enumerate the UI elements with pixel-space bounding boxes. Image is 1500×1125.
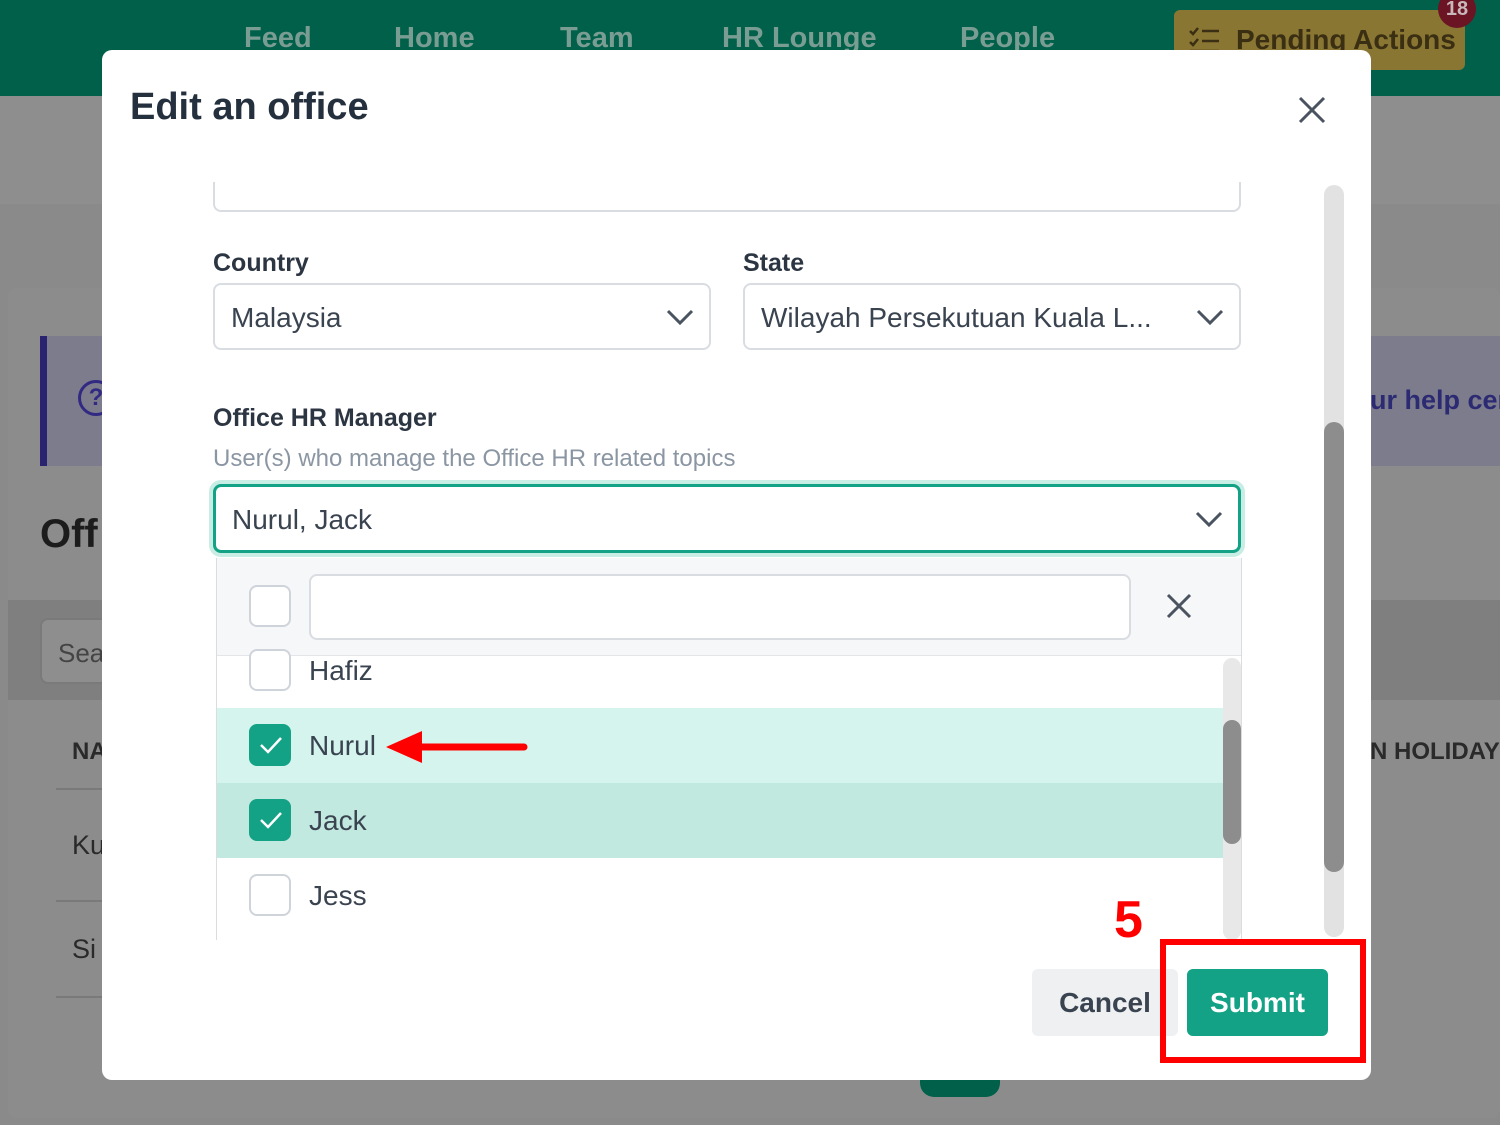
- state-value: Wilayah Persekutuan Kuala L...: [761, 302, 1152, 333]
- option-label: Jess: [309, 880, 367, 911]
- country-label: Country: [213, 249, 309, 277]
- option-checkbox[interactable]: [249, 874, 291, 916]
- bg-row-2: Si: [72, 934, 97, 964]
- dropdown-search-input[interactable]: [309, 574, 1131, 640]
- dropdown-scrollbar-thumb[interactable]: [1223, 720, 1241, 844]
- partial-field[interactable]: [213, 182, 1241, 212]
- option-checkbox[interactable]: [249, 799, 291, 841]
- option-nurul[interactable]: Nurul: [217, 708, 1223, 783]
- option-checkbox[interactable]: [249, 649, 291, 691]
- country-value: Malaysia: [231, 302, 342, 333]
- edit-office-modal: Edit an office Country Malaysia State Wi…: [102, 50, 1371, 1080]
- option-checkbox[interactable]: [249, 724, 291, 766]
- cancel-button[interactable]: Cancel: [1032, 969, 1178, 1036]
- bg-col-holiday: N HOLIDAY: [1370, 738, 1500, 765]
- hr-manager-dropdown: Hafiz Nurul Jack Jess: [216, 558, 1242, 940]
- hr-manager-select[interactable]: Nurul, Jack: [213, 484, 1241, 553]
- hr-manager-helper: User(s) who manage the Office HR related…: [213, 445, 736, 472]
- country-select[interactable]: Malaysia: [213, 283, 711, 350]
- chevron-down-icon: [1196, 309, 1224, 326]
- state-label: State: [743, 249, 805, 277]
- modal-scrollbar-thumb[interactable]: [1324, 422, 1344, 872]
- option-hafiz[interactable]: Hafiz: [217, 633, 1223, 708]
- modal-title: Edit an office: [130, 86, 369, 128]
- hr-manager-value: Nurul, Jack: [232, 504, 373, 535]
- annotation-arrow-icon: [386, 731, 528, 763]
- bg-page-title: Off: [40, 512, 98, 556]
- close-icon[interactable]: [1163, 590, 1195, 622]
- annotation-step-number: 5: [1114, 891, 1143, 949]
- option-label: Hafiz: [309, 655, 373, 686]
- option-jess[interactable]: Jess: [217, 858, 1223, 933]
- chevron-down-icon: [666, 309, 694, 326]
- check-icon: [260, 812, 282, 829]
- bg-row-1: Ku: [72, 830, 106, 860]
- bg-help-link: ur help cer: [1370, 385, 1500, 415]
- option-label: Nurul: [309, 730, 376, 761]
- select-all-checkbox[interactable]: [249, 585, 291, 627]
- state-select[interactable]: Wilayah Persekutuan Kuala L...: [743, 283, 1241, 350]
- option-jack[interactable]: Jack: [217, 783, 1223, 858]
- check-icon: [260, 737, 282, 754]
- option-label: Jack: [309, 805, 367, 836]
- chevron-down-icon: [1195, 511, 1223, 528]
- hr-manager-label: Office HR Manager: [213, 404, 437, 432]
- close-icon[interactable]: [1294, 92, 1330, 128]
- annotation-highlight-box: [1160, 939, 1366, 1063]
